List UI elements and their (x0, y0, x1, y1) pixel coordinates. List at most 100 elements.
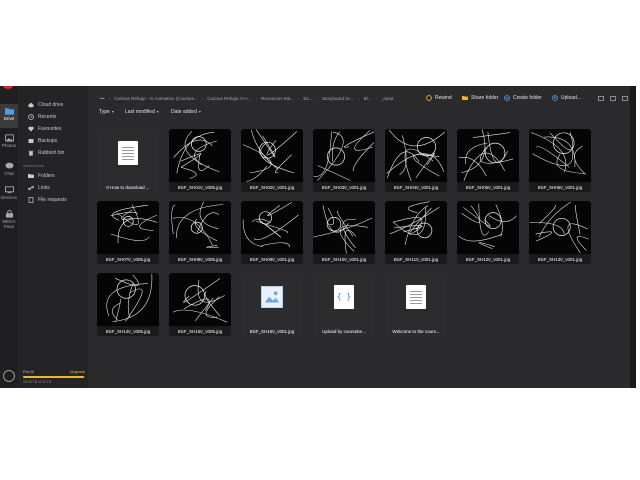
file-card[interactable]: BSF_SH080_v005.jpg (169, 201, 231, 264)
share-folder-icon (462, 96, 468, 100)
file-card[interactable]: BSF_SH120_v001.jpg (457, 201, 519, 264)
file-name: BSF_SH020_v001.jpg (249, 185, 295, 190)
share-folder-button[interactable]: Share folder (462, 95, 498, 101)
file-card[interactable]: BSF_SH100_v001.jpg (313, 201, 375, 264)
nav-item-shared-folders[interactable]: Folders (28, 172, 55, 180)
file-card[interactable]: BSF_SH140_v005.jpg (97, 273, 159, 336)
filter-type[interactable]: Type ▾ (99, 107, 114, 116)
sketch-thumbnail (241, 201, 303, 254)
file-name: BSF_SH040_v001.jpg (393, 185, 439, 190)
file-name: BSF_SH150_v005.jpg (177, 329, 223, 334)
create-folder-button[interactable]: Create folder (504, 95, 542, 101)
breadcrumb-item[interactable]: Resources Ma... (261, 96, 294, 101)
nav-item-recents[interactable]: Recents (28, 113, 56, 121)
rail-item-photos[interactable]: Photos (0, 134, 18, 148)
scrollbar[interactable] (630, 86, 636, 388)
breadcrumb-item[interactable]: Es... (303, 96, 312, 101)
breadcrumb-item[interactable]: _Input (381, 96, 394, 101)
file-card[interactable]: BSF_SH060_v001.jpg (529, 129, 591, 192)
filter-date-added[interactable]: Date added ▾ (171, 107, 201, 116)
folder-icon (28, 174, 34, 178)
chat-icon (4, 162, 14, 169)
nav-item-backups[interactable]: Backups (28, 137, 57, 145)
sketch-thumbnail (97, 201, 159, 254)
file-name: BSF_SH130_v001.jpg (537, 257, 583, 262)
upload-icon (552, 95, 558, 101)
pass-icon (5, 210, 13, 218)
sketch-thumbnail (169, 201, 231, 254)
nav-item-rubbish-bin[interactable]: Rubbish bin (28, 149, 64, 157)
file-card[interactable]: BSF_SH020_v001.jpg (241, 129, 303, 192)
filter-last-modified[interactable]: Last modified ▾ (125, 107, 159, 116)
code-file-icon: { } (334, 285, 354, 309)
nav-item-favourites[interactable]: Favourites (28, 125, 61, 133)
file-card[interactable]: BSF_SH030_v001.jpg (313, 129, 375, 192)
filter-last-modified-label: Last modified (125, 108, 155, 115)
file-name: BSF_SH090_v001.jpg (249, 257, 295, 262)
settings-icon[interactable] (3, 370, 15, 382)
file-card[interactable]: BSF_SH110_v001.jpg (385, 201, 447, 264)
file-name: BSF_SH140_v005.jpg (105, 329, 151, 334)
sketch-thumbnail (169, 129, 231, 182)
breadcrumb-separator: › (108, 96, 111, 101)
mega-logo[interactable] (2, 86, 14, 89)
nav-item-label: File requests (38, 197, 67, 203)
breadcrumb-item[interactable]: Curious Refuge AI A... (207, 96, 251, 101)
file-name: Upload by coursebe... (322, 329, 366, 334)
chevron-down-icon: ▾ (156, 109, 159, 114)
rewind-button[interactable]: Rewind (426, 95, 452, 101)
file-card[interactable]: 0 How to download ... (97, 129, 159, 192)
nav-item-cloud-drive[interactable]: Cloud drive (28, 101, 63, 109)
file-card[interactable]: BSF_SH160_v001.jpg (241, 273, 303, 336)
upload-label: Upload... (561, 95, 582, 101)
file-name: BSF_SH110_v001.jpg (393, 257, 439, 262)
upload-button[interactable]: Upload... (552, 95, 581, 101)
filter-type-label: Type (99, 108, 110, 115)
file-card[interactable]: BSF_SH070_v005.jpg (97, 201, 159, 264)
file-card[interactable]: BSF_SH090_v001.jpg (241, 201, 303, 264)
image-file-icon (261, 286, 283, 308)
nav-item-label: Cloud drive (38, 102, 64, 108)
file-name: BSF_SH080_v005.jpg (177, 257, 223, 262)
breadcrumb-separator: › (255, 96, 258, 101)
rail-item-label: Chat (4, 171, 14, 176)
info-panel-icon[interactable] (622, 96, 628, 101)
file-card[interactable]: BSF_SH050_v001.jpg (457, 129, 519, 192)
breadcrumb-item[interactable]: Bl... (364, 96, 372, 101)
shared-items-heading: Shared items (23, 164, 44, 168)
file-card[interactable]: { } Upload by coursebe... (313, 273, 375, 336)
upgrade-link[interactable]: Upgrade (70, 369, 85, 374)
backup-icon (28, 139, 34, 143)
list-view-icon[interactable] (598, 96, 604, 101)
file-card[interactable]: BSF_SH150_v005.jpg (169, 273, 231, 336)
nav-item-file-requests[interactable]: File requests (28, 196, 67, 204)
file-name: BSF_SH160_v001.jpg (249, 329, 295, 334)
share-folder-label: Share folder (471, 95, 499, 101)
file-card[interactable]: BSF_SH040_v001.jpg (385, 129, 447, 192)
folder-icon (4, 108, 14, 115)
nav-item-links[interactable]: Links (28, 184, 50, 192)
document-icon (118, 141, 138, 165)
sketch-thumbnail (529, 129, 591, 182)
breadcrumb-item[interactable]: Storyboard Sc... (322, 96, 354, 101)
rail-item-chat[interactable]: Chat (0, 162, 18, 176)
breadcrumb-item[interactable]: ••• (100, 96, 105, 101)
rail-item-label: Photos (1, 143, 16, 148)
file-card[interactable]: BSF_SH010_v005.jpg (169, 129, 231, 192)
sketch-thumbnail (169, 273, 231, 326)
rail-item-devices[interactable]: Devices (0, 186, 18, 200)
sketch-thumbnail (457, 201, 519, 254)
rail-item-label: Devices (0, 195, 17, 200)
breadcrumb-separator: › (201, 96, 204, 101)
rail-item-drive[interactable]: Drive (0, 104, 18, 128)
rail-item-mega-pass[interactable]: MEGA Pass (0, 210, 18, 229)
breadcrumb-item[interactable]: Curious Refuge - AI Animation (Courses..… (114, 96, 198, 101)
breadcrumb-separator: › (375, 96, 377, 101)
file-card[interactable]: Welcome to the cours... (385, 273, 447, 336)
rewind-icon (426, 95, 432, 101)
sketch-thumbnail (385, 201, 447, 254)
file-card[interactable]: BSF_SH130_v001.jpg (529, 201, 591, 264)
nav-item-label: Rubbish bin (38, 150, 65, 156)
file-name: BSF_SH050_v001.jpg (465, 185, 511, 190)
grid-view-icon[interactable] (610, 96, 616, 101)
